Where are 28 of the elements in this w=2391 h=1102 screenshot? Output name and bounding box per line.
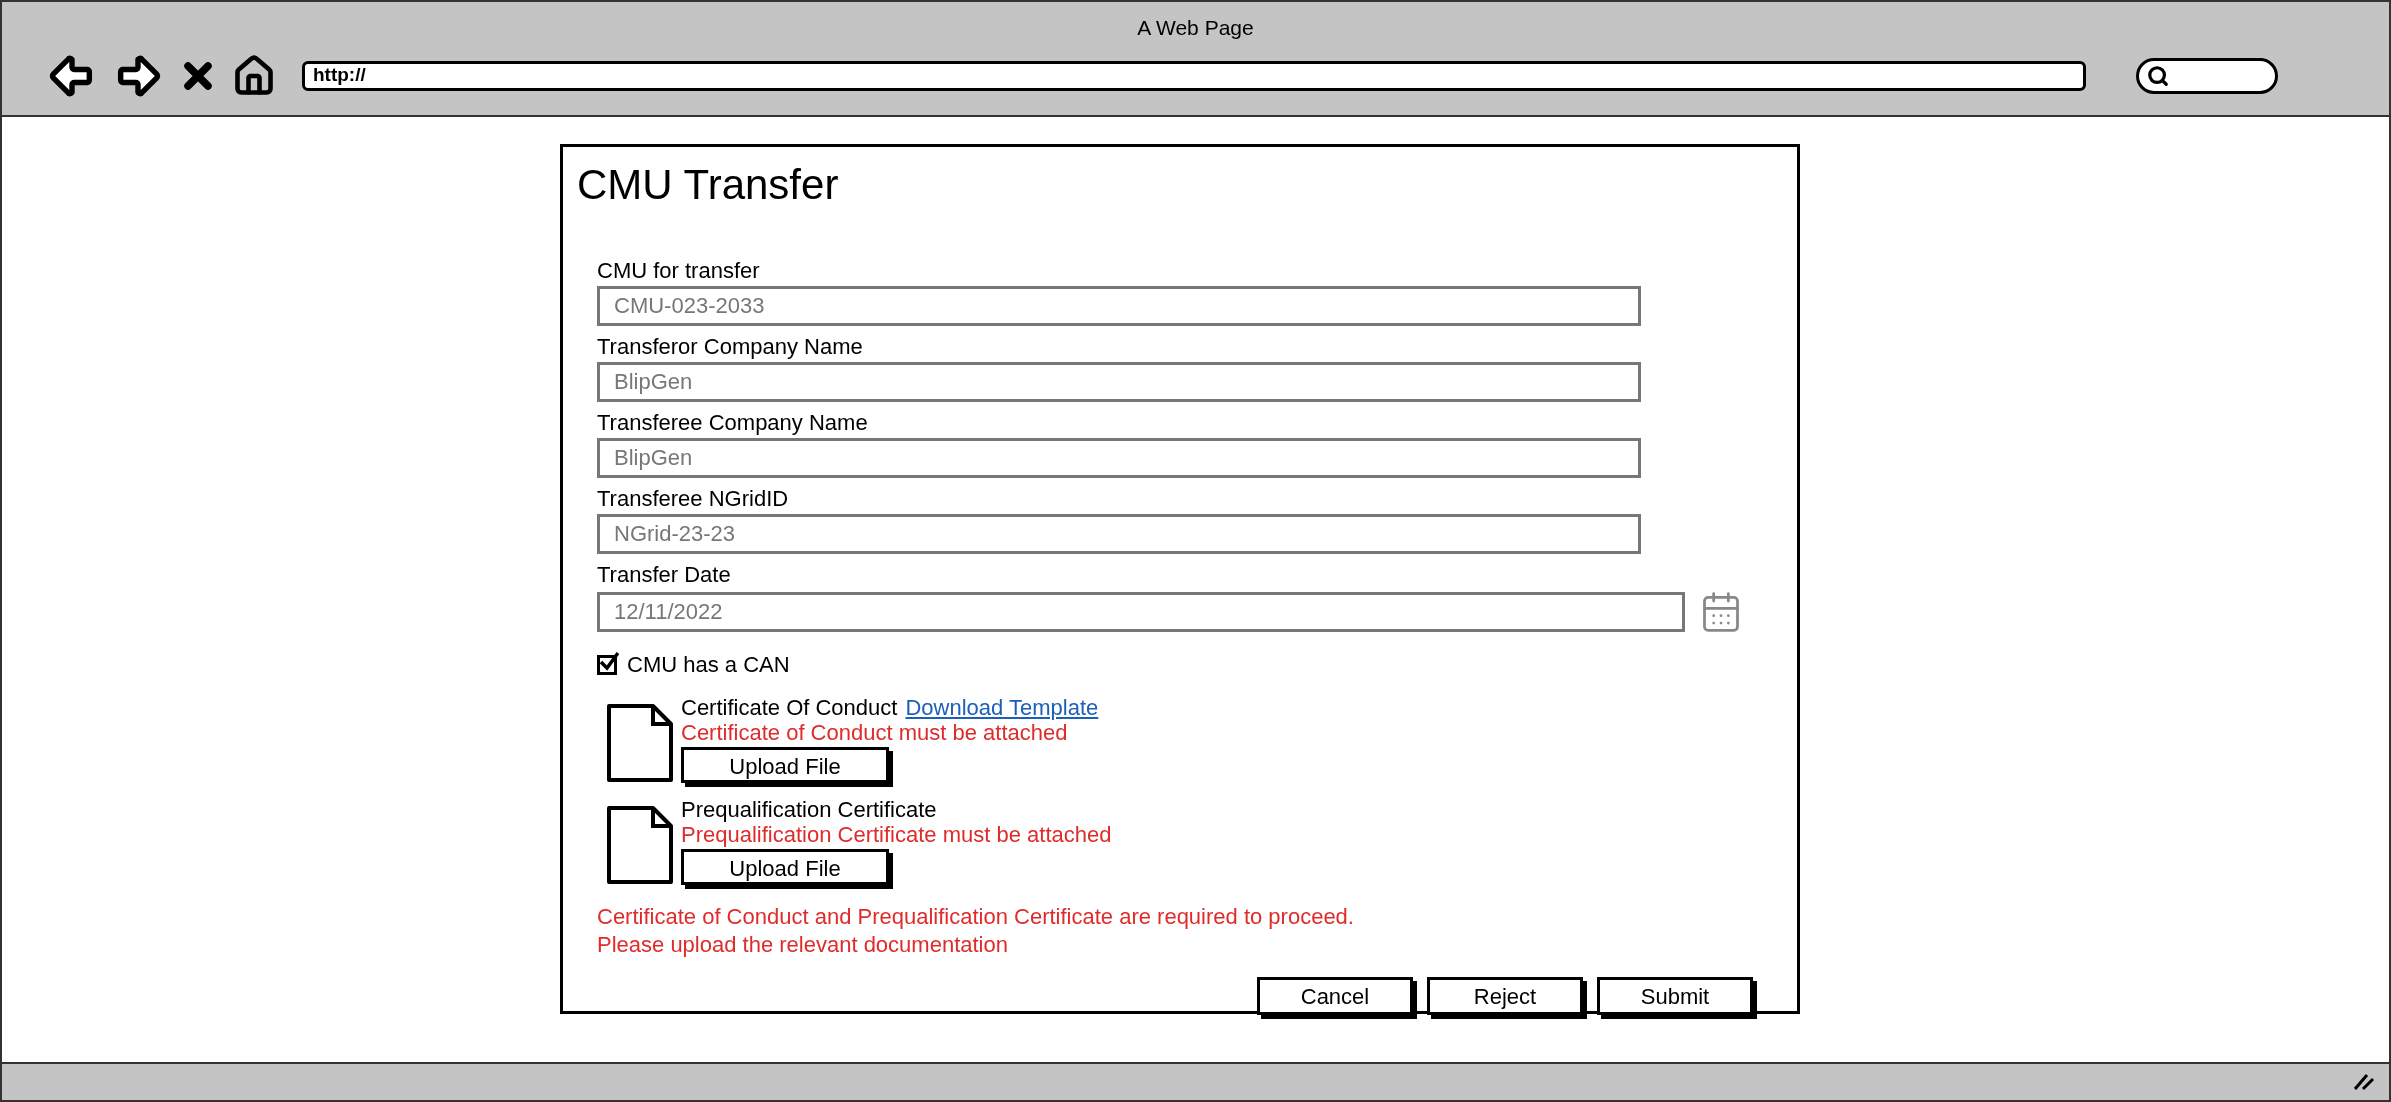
checkbox[interactable]	[597, 654, 617, 675]
attachment-title: Prequalification Certificate	[681, 797, 937, 823]
download-link[interactable]: Download Template	[905, 695, 1099, 721]
field-label: Transferor Company Name	[597, 333, 864, 361]
text-field[interactable]: BlipGen	[597, 438, 1641, 478]
home-icon[interactable]	[232, 53, 276, 98]
search-field[interactable]	[2136, 57, 2278, 94]
text-field[interactable]: NGrid-23-23	[597, 514, 1641, 554]
error-message: Certificate of Conduct and Prequalification Certificate are required to proceed.	[597, 903, 1355, 931]
checkbox-label: CMU has a CAN	[627, 651, 790, 679]
error-message: Certificate of Conduct must be attached	[681, 721, 1069, 745]
attachment-title: Certificate Of Conduct	[681, 695, 898, 721]
search-icon	[2147, 64, 2169, 87]
document-icon	[605, 703, 675, 783]
resize-grip-icon[interactable]	[2351, 1073, 2375, 1091]
error-message: Prequalification Certificate must be attached	[681, 823, 1112, 847]
field-label: Transfer Date	[597, 561, 732, 589]
field-label: Transferee NGridID	[597, 485, 790, 513]
text-field[interactable]: CMU-023-2033	[597, 286, 1641, 326]
field-label: Transferee Company Name	[597, 409, 869, 437]
error-message: Please upload the relevant documentation	[597, 931, 1009, 959]
field-label: CMU for transfer	[597, 257, 761, 285]
url-field[interactable]: http://	[302, 60, 2086, 91]
window-title: A Web Page	[1137, 15, 1254, 41]
text-field[interactable]: BlipGen	[597, 362, 1641, 402]
document-icon	[605, 805, 675, 885]
date-field[interactable]: 12/11/2022	[597, 592, 1685, 632]
form-title: CMU Transfer	[577, 160, 840, 210]
